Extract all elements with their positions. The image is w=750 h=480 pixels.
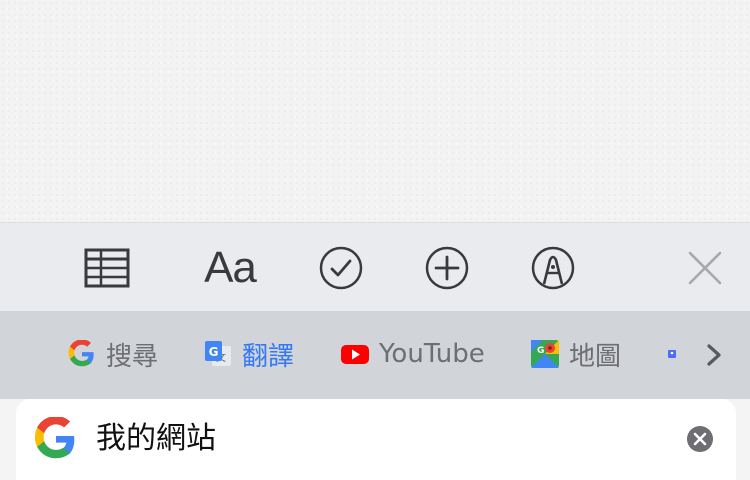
notes-toolbar: Aa <box>0 222 750 312</box>
search-field[interactable]: 我的網站 <box>16 399 736 480</box>
plus-circle-icon <box>425 246 469 290</box>
svg-text:G: G <box>537 346 544 356</box>
shortcut-partial[interactable] <box>668 349 676 359</box>
chevron-right-icon[interactable] <box>702 339 726 371</box>
clear-circle-icon[interactable] <box>686 425 714 453</box>
table-icon <box>84 248 130 288</box>
shortcut-translate[interactable]: 文 G 翻譯 <box>204 338 295 372</box>
shortcut-search[interactable]: 搜尋 <box>68 338 159 372</box>
close-button[interactable] <box>678 241 732 295</box>
pen-tip-circle-icon <box>531 246 575 290</box>
youtube-icon <box>341 345 369 364</box>
table-button[interactable] <box>80 241 134 295</box>
format-label: Aa <box>204 243 257 292</box>
checklist-button[interactable] <box>314 241 368 295</box>
google-maps-icon: G <box>531 340 559 368</box>
keyboard-shortcut-bar: 搜尋 文 G 翻譯 YouTube G 地圖 <box>0 311 750 399</box>
shortcut-youtube[interactable]: YouTube <box>341 338 485 370</box>
shortcut-search-label: 搜尋 <box>106 341 159 372</box>
search-input-text[interactable]: 我的網站 <box>96 419 216 459</box>
notes-paper-background <box>0 0 750 222</box>
shortcut-youtube-label: YouTube <box>379 339 485 369</box>
contacts-icon <box>668 350 676 358</box>
google-g-icon <box>34 417 75 459</box>
checkmark-circle-icon <box>319 246 363 290</box>
shortcut-translate-label: 翻譯 <box>242 341 295 372</box>
svg-text:G: G <box>209 345 219 359</box>
google-translate-icon: 文 G <box>205 341 231 366</box>
close-icon <box>688 251 722 285</box>
google-g-icon <box>68 340 94 367</box>
shortcut-maps[interactable]: G 地圖 <box>531 338 622 372</box>
format-button[interactable]: Aa <box>200 241 260 295</box>
shortcut-maps-label: 地圖 <box>569 341 622 372</box>
markup-button[interactable] <box>526 241 580 295</box>
add-button[interactable] <box>420 241 474 295</box>
